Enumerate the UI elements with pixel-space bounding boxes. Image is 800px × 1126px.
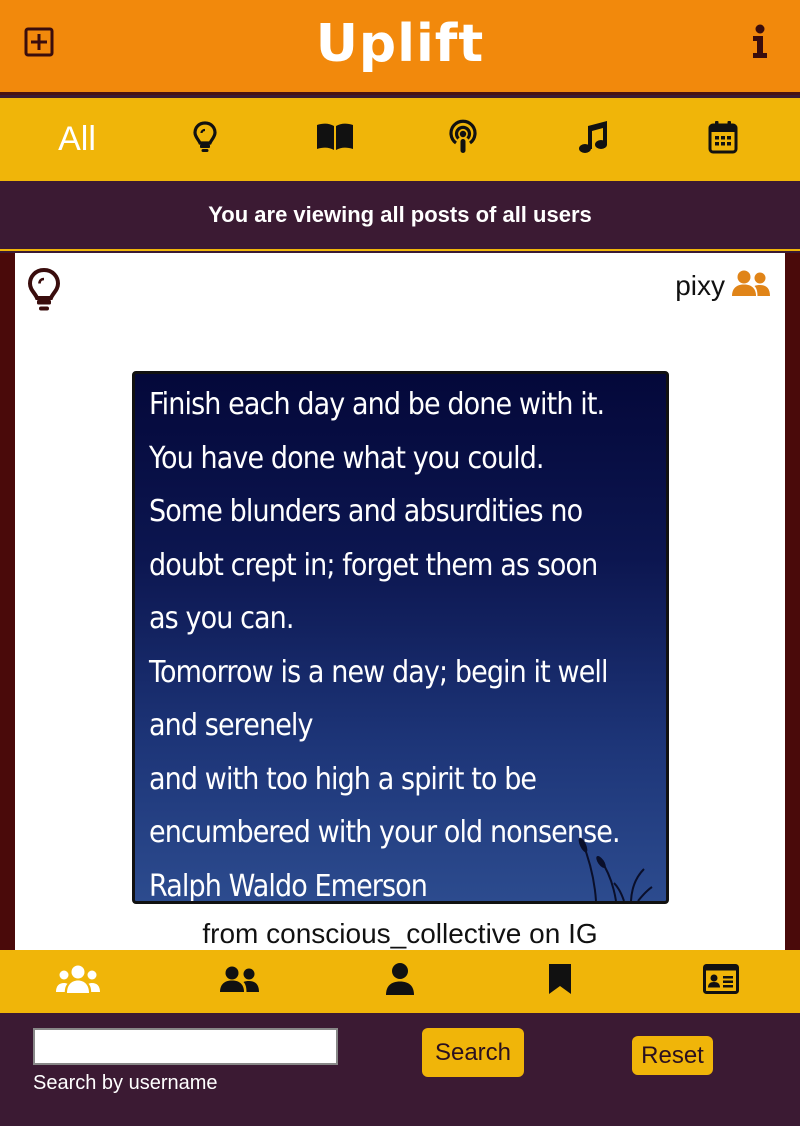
category-books-tab[interactable] xyxy=(300,98,370,181)
user-icon xyxy=(385,962,415,1001)
podcast-icon xyxy=(447,119,479,160)
all-users-icon xyxy=(56,964,100,999)
bottom-nav xyxy=(0,950,800,1013)
quote-line: encumbered with your old nonsense. xyxy=(149,815,621,850)
music-icon xyxy=(576,120,610,159)
nav-all-users[interactable] xyxy=(28,950,128,1013)
category-bar: All xyxy=(0,98,800,181)
category-ideas-tab[interactable] xyxy=(170,98,240,181)
search-button[interactable]: Search xyxy=(422,1028,524,1077)
category-podcasts-tab[interactable] xyxy=(428,98,498,181)
category-all-tab[interactable]: All xyxy=(38,98,116,181)
quote-line: as you can. xyxy=(149,601,294,636)
users-icon xyxy=(731,269,771,302)
quote-line: Tomorrow is a new day; begin it well xyxy=(149,654,609,690)
view-banner: You are viewing all posts of all users xyxy=(0,181,800,251)
quote-line: Finish each day and be done with it. xyxy=(149,387,605,422)
post-image: Finish each day and be done with it. You… xyxy=(132,371,669,904)
calendar-icon xyxy=(708,120,738,159)
bookmark-icon xyxy=(548,963,572,1000)
nav-following[interactable] xyxy=(189,950,289,1013)
quote-line: and with too high a spirit to be xyxy=(149,761,537,797)
category-events-tab[interactable] xyxy=(688,98,758,181)
lightbulb-icon xyxy=(27,267,61,313)
reeds-illustration xyxy=(578,837,653,901)
nav-my-posts[interactable] xyxy=(350,950,450,1013)
search-bar: Search by username Search Reset xyxy=(0,1013,800,1126)
quote-line: You have done what you could. xyxy=(149,440,545,476)
category-music-tab[interactable] xyxy=(558,98,628,181)
info-icon[interactable] xyxy=(750,24,770,60)
nav-bookmarks[interactable] xyxy=(510,950,610,1013)
nav-profile[interactable] xyxy=(671,950,771,1013)
profile-card-icon xyxy=(703,964,739,999)
username-search-input[interactable] xyxy=(33,1028,338,1065)
quote-line: Some blunders and absurdities no xyxy=(149,494,583,529)
post-caption: from conscious_collective on IG xyxy=(202,918,598,949)
quote-line: Ralph Waldo Emerson xyxy=(149,868,428,904)
post-author[interactable]: pixy xyxy=(675,269,771,302)
search-hint-label: Search by username xyxy=(33,1072,218,1094)
app-title: Uplift xyxy=(315,14,485,74)
lightbulb-icon xyxy=(192,120,218,159)
book-icon xyxy=(316,122,354,157)
post-feed[interactable]: pixy Finish each day and be done with it… xyxy=(0,253,800,950)
quote-line: doubt crept in; forget them as soon xyxy=(149,547,598,583)
group-icon xyxy=(218,965,260,998)
quote-line: and serenely xyxy=(149,708,313,743)
app-header: Uplift xyxy=(0,0,800,95)
reset-button[interactable]: Reset xyxy=(632,1036,713,1075)
author-name[interactable]: pixy xyxy=(675,270,725,302)
post-card: pixy Finish each day and be done with it… xyxy=(15,253,785,950)
